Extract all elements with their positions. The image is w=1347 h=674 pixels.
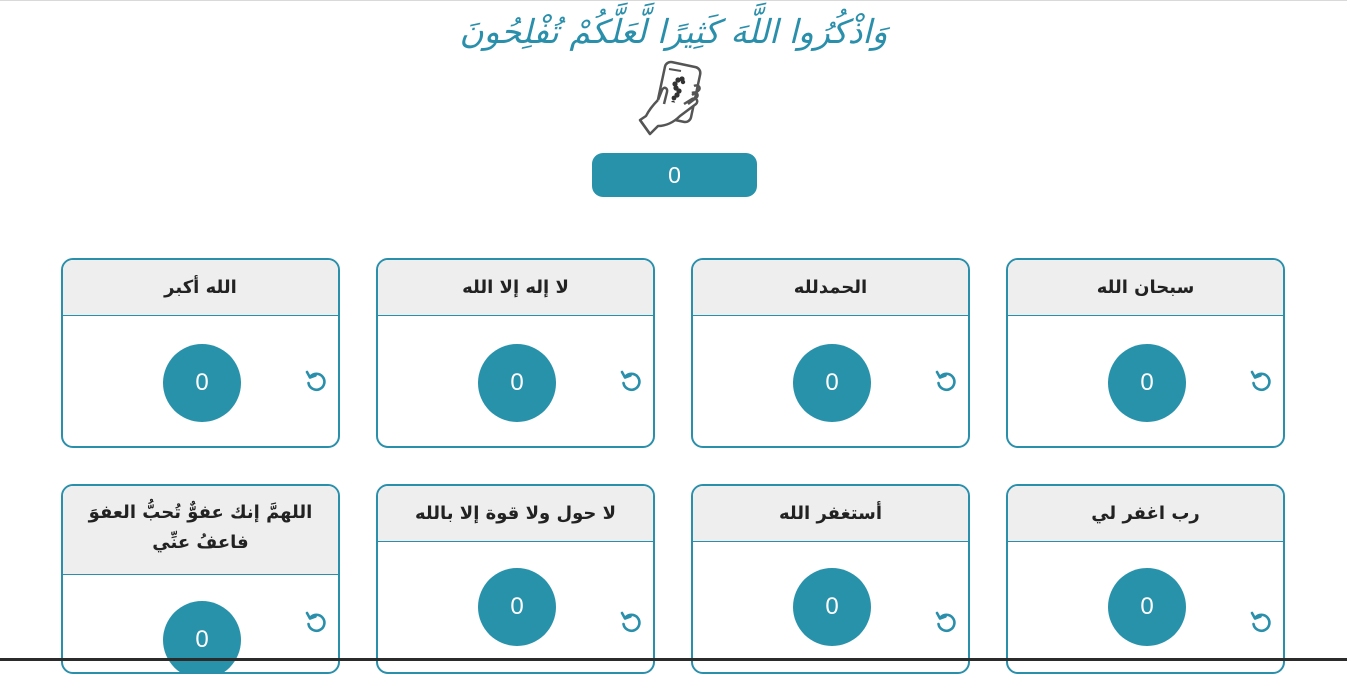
counter-button[interactable]: 0 [478,568,556,646]
dhikr-card-la-hawla: لا حول ولا قوة إلا بالله 0 [376,484,655,674]
card-title: أستغفر الله [693,486,968,542]
reset-icon[interactable] [304,369,328,393]
card-title: لا حول ولا قوة إلا بالله [378,486,653,542]
card-title: سبحان الله [1008,260,1283,316]
dhikr-card-astaghfirullah: أستغفر الله 0 [691,484,970,674]
reset-icon[interactable] [934,369,958,393]
top-border [0,0,1347,1]
verse-title: وَاذْكُرُوا اللَّهَ كَثِيرًا لَّعَلَّكُم… [459,12,888,51]
dhikr-card-alhamdulillah: الحمدلله 0 [691,258,970,448]
reset-icon[interactable] [619,610,643,634]
card-title: اللهمَّ إنك عفوٌّ تُحبُّ العفوَ فاعفُ عن… [63,486,338,575]
card-title: لا إله إلا الله [378,260,653,316]
counter-button[interactable]: 0 [793,568,871,646]
dhikr-card-la-ilaha-illallah: لا إله إلا الله 0 [376,258,655,448]
reset-icon[interactable] [934,610,958,634]
counter-button[interactable]: 0 [478,344,556,422]
reset-icon[interactable] [1249,610,1273,634]
counter-button[interactable]: 0 [793,344,871,422]
dhikr-card-allahu-akbar: الله أكبر 0 [61,258,340,448]
dhikr-card-subhanallah: سبحان الله 0 [1006,258,1285,448]
card-title: الحمدلله [693,260,968,316]
reset-icon[interactable] [1249,369,1273,393]
card-title: رب اغفر لي [1008,486,1283,542]
counter-button[interactable]: 0 [1108,568,1186,646]
counter-button[interactable]: 0 [163,344,241,422]
counter-button[interactable]: 0 [163,601,241,672]
counter-button[interactable]: 0 [1108,344,1186,422]
reset-icon[interactable] [304,610,328,634]
dhikr-card-rabbighfirli: رب اغفر لي 0 [1006,484,1285,674]
hand-phone-tasbih-icon [638,60,702,136]
card-title: الله أكبر [63,260,338,316]
total-counter[interactable]: 0 [592,153,757,197]
dhikr-card-allahumma-innaka-afuww: اللهمَّ إنك عفوٌّ تُحبُّ العفوَ فاعفُ عن… [61,484,340,674]
reset-icon[interactable] [619,369,643,393]
